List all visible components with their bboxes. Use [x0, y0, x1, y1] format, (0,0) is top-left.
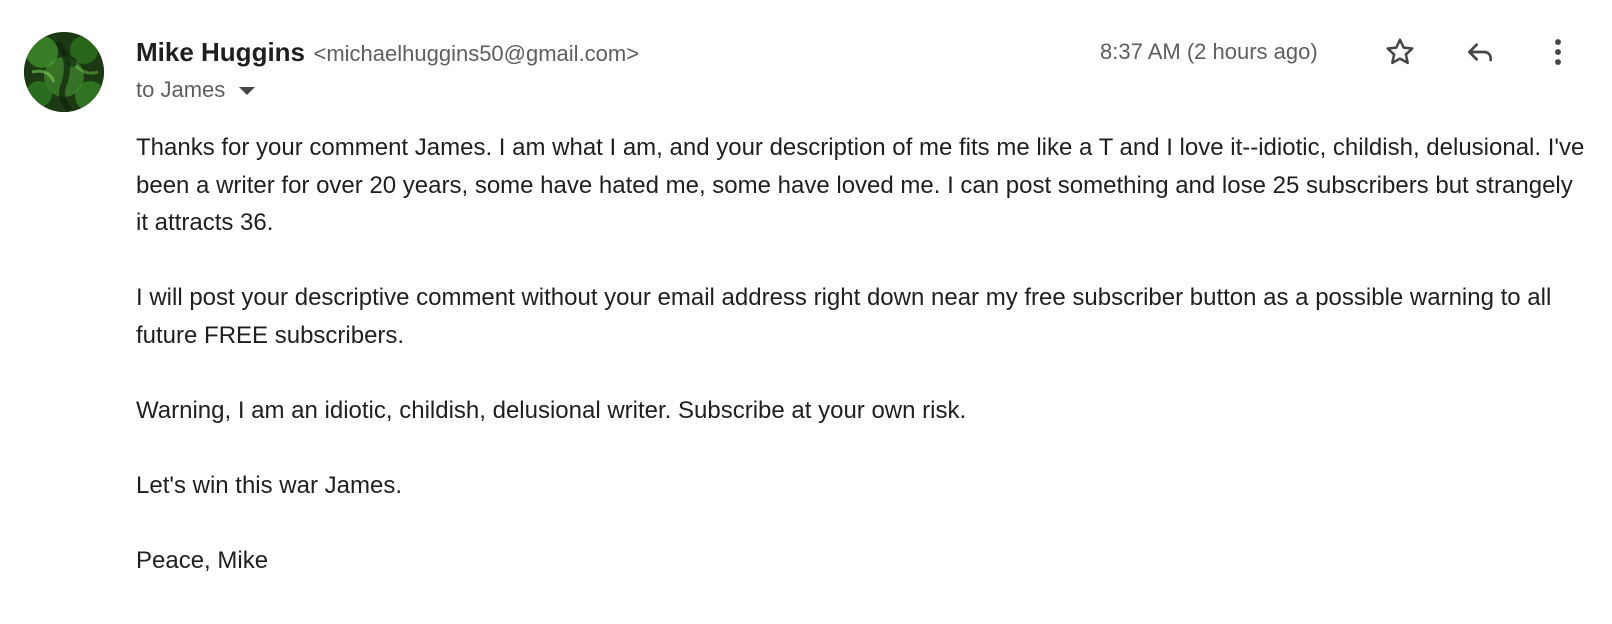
sender-line: Mike Huggins <michaelhuggins50@gmail.com… [136, 34, 639, 75]
sender-avatar[interactable] [24, 32, 104, 112]
body-paragraph: Warning, I am an idiotic, childish, delu… [136, 396, 967, 424]
body-paragraph: I will post your descriptive comment wit… [136, 284, 1552, 349]
signature: Peace, Mike [136, 546, 269, 574]
email-message: Mike Huggins <michaelhuggins50@gmail.com… [0, 0, 1612, 624]
reply-icon [1468, 43, 1492, 62]
message-header: Mike Huggins <michaelhuggins50@gmail.com… [136, 34, 1612, 114]
caret-down-icon[interactable] [239, 87, 256, 95]
reply-button[interactable] [1460, 32, 1500, 72]
recipient-details-toggle[interactable]: to James [136, 75, 256, 105]
star-button[interactable] [1380, 32, 1420, 72]
sender-name[interactable]: Mike Huggins [136, 37, 305, 67]
more-vert-icon [1555, 39, 1561, 65]
body-paragraph: Let's win this war James. [136, 471, 403, 499]
recipient-label: to James [136, 77, 226, 102]
message-timestamp: 8:37 AM (2 hours ago) [1100, 39, 1318, 64]
sender-email: <michaelhuggins50@gmail.com> [313, 41, 640, 66]
star-icon [1386, 38, 1414, 65]
body-paragraph: Thanks for your comment James. I am what… [136, 134, 1585, 236]
more-options-button[interactable] [1538, 32, 1578, 72]
message-body: Thanks for your comment James. I am what… [136, 129, 1586, 579]
